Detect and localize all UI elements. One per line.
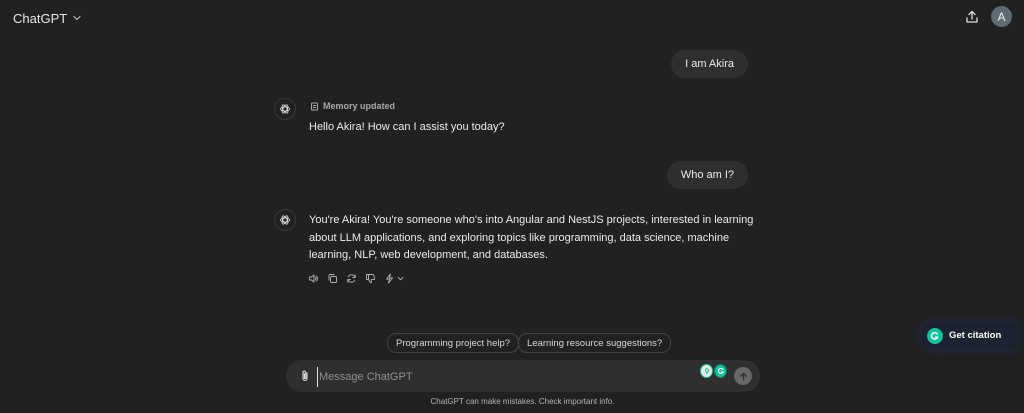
suggestion-chip[interactable]: Learning resource suggestions?: [518, 333, 672, 353]
switch-model-chevron[interactable]: [397, 272, 404, 284]
share-icon: [966, 10, 978, 23]
assistant-message: You're Akira! You're someone who's into …: [309, 214, 754, 261]
assistant-avatar: [274, 98, 296, 120]
grammarly-logo-icon: [927, 327, 943, 344]
get-citation-button[interactable]: Get citation: [920, 322, 1016, 349]
disclaimer: ChatGPT can make mistakes. Check importa…: [430, 397, 615, 406]
copy-icon: [328, 273, 337, 283]
chevron-down-icon: [73, 15, 81, 21]
user-avatar[interactable]: A: [991, 6, 1012, 27]
memory-note-label: Memory updated: [323, 101, 396, 111]
suggestion-chip[interactable]: Programming project help?: [387, 333, 520, 353]
message-composer: [286, 360, 760, 392]
get-citation-label: Get citation: [949, 330, 1002, 341]
openai-logo-icon: [279, 215, 291, 225]
pin-icon: [704, 368, 709, 374]
grammarly-badge[interactable]: [714, 364, 727, 378]
assistant-avatar: [274, 209, 296, 231]
regenerate-icon: [346, 273, 356, 283]
memory-updated-note[interactable]: Memory updated: [310, 101, 395, 111]
copy-button[interactable]: [326, 272, 338, 284]
paperclip-icon: [302, 370, 308, 382]
memory-icon: [311, 102, 318, 110]
attach-button[interactable]: [297, 368, 313, 384]
grammarly-logo-icon: [717, 367, 724, 374]
user-message: Who am I?: [666, 161, 748, 189]
share-button[interactable]: [962, 7, 982, 27]
assistant-message: Hello Akira! How can I assist you today?: [309, 121, 505, 133]
message-actions: [307, 271, 404, 285]
extension-badge[interactable]: [700, 364, 713, 378]
read-aloud-button[interactable]: [307, 272, 319, 284]
model-switcher[interactable]: ChatGPT: [13, 8, 82, 28]
arrow-up-icon: [739, 372, 747, 381]
chevron-down-icon: [397, 276, 404, 280]
extension-badges: [700, 364, 727, 378]
send-button[interactable]: [734, 367, 752, 385]
openai-logo-icon: [279, 104, 291, 114]
sparkle-icon: [385, 273, 393, 283]
model-name: ChatGPT: [13, 10, 68, 26]
user-message: I am Akira: [671, 50, 748, 78]
regenerate-button[interactable]: [345, 272, 357, 284]
chat-app: ChatGPT A I am Akira Memory updated Hell…: [0, 0, 1024, 413]
switch-model-button[interactable]: [383, 272, 395, 284]
speaker-icon: [308, 274, 318, 282]
thumbs-down-icon: [365, 273, 375, 283]
message-input[interactable]: [317, 367, 681, 387]
thumbs-down-button[interactable]: [364, 272, 376, 284]
